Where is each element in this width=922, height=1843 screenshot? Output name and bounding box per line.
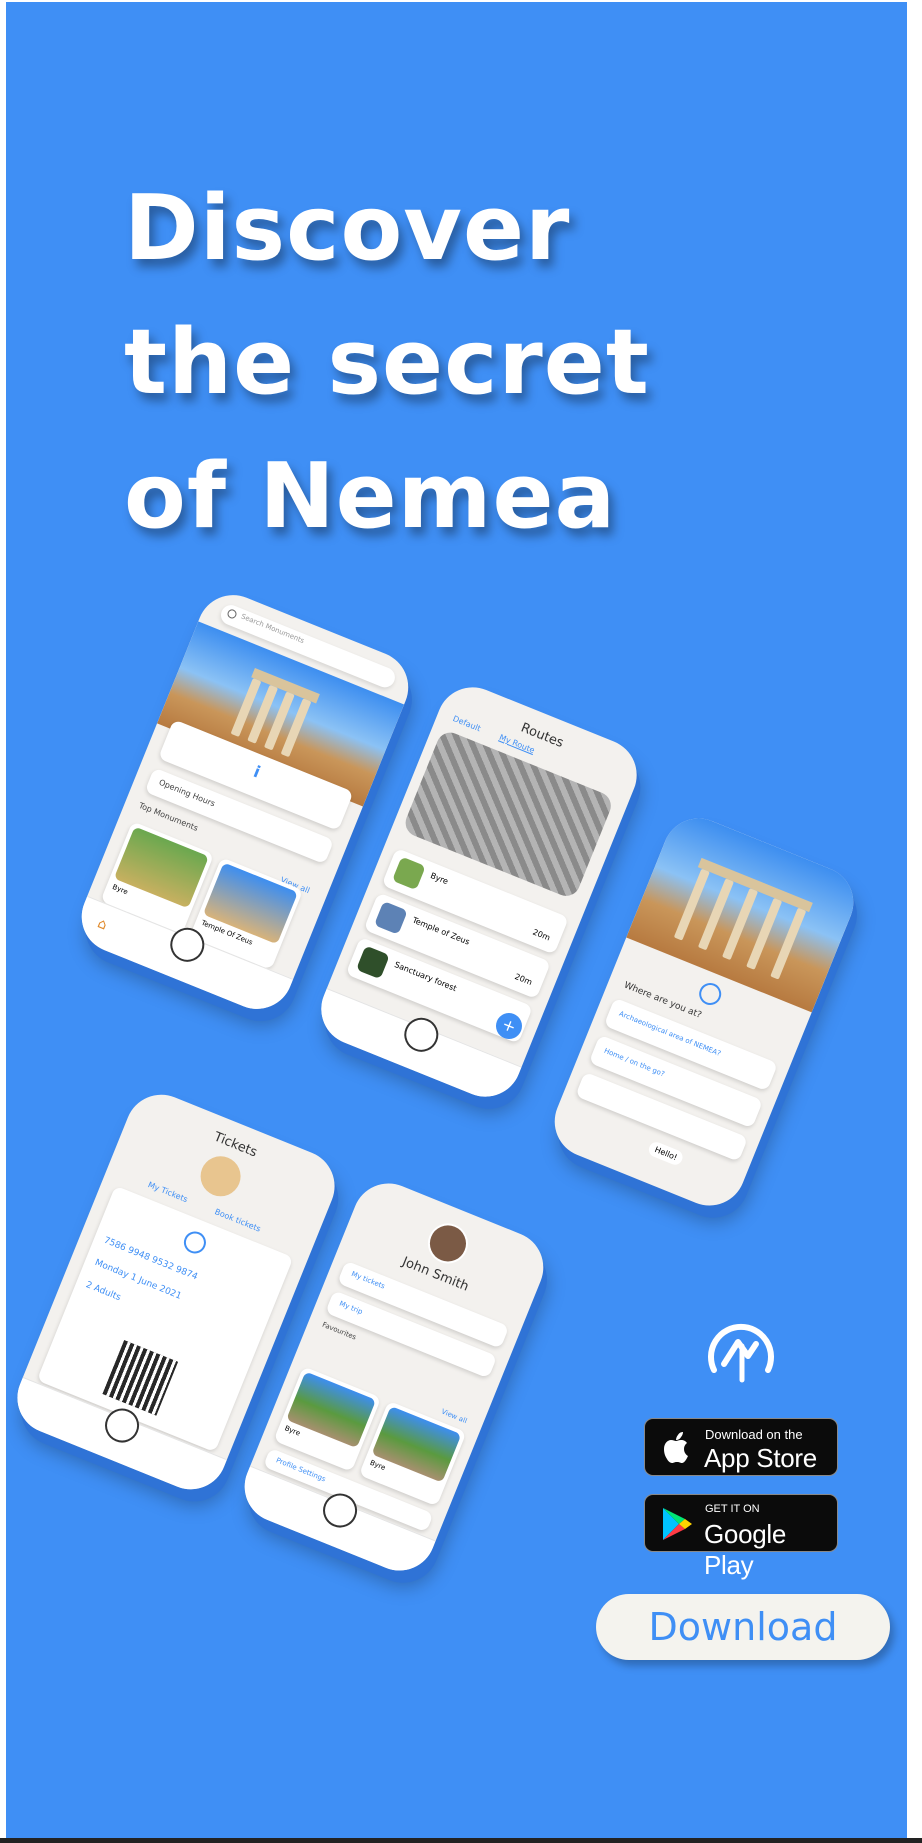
center-nav-button[interactable]	[399, 1012, 444, 1057]
home-icon[interactable]: ⌂	[95, 915, 109, 933]
favourite-card-2-title: Byre	[368, 1458, 387, 1473]
headline-line-1: Discover	[124, 176, 571, 281]
google-play-icon	[663, 1508, 692, 1540]
bottom-border	[0, 1838, 922, 1843]
my-tickets-label: My tickets	[350, 1269, 387, 1291]
download-button[interactable]: Download	[596, 1594, 890, 1660]
app-store-small-label: Download on the	[705, 1427, 803, 1442]
app-store-big-label: App Store	[704, 1443, 817, 1473]
google-play-big-label: Google Play	[704, 1519, 787, 1580]
monument-card-1-title: Byre	[111, 882, 129, 897]
route-stop-2-name: Temple of Zeus	[411, 915, 471, 947]
nemea-logo-small	[695, 979, 725, 1009]
google-play-button[interactable]: GET IT ON Google Play	[644, 1494, 838, 1580]
option-2-label: Home / on the go?	[602, 1046, 666, 1079]
route-stop-2-time: 20m	[513, 971, 534, 988]
search-placeholder: Search Monuments	[239, 612, 306, 646]
favourite-card-1-title: Byre	[283, 1424, 302, 1438]
headline: Discover the secret of Nemea	[124, 162, 650, 564]
nemea-logo-small	[180, 1228, 210, 1257]
google-play-small-label: GET IT ON	[705, 1503, 760, 1515]
ad-banner: Discover the secret of Nemea Search Monu…	[6, 2, 909, 1838]
ticket-icon	[194, 1150, 247, 1203]
ticket-visitors: 2 Adults	[84, 1280, 123, 1304]
apple-icon	[664, 1432, 688, 1463]
hello-bubble: Hello!	[646, 1139, 686, 1168]
headline-line-3: of Nemea	[124, 444, 617, 549]
search-icon	[226, 608, 238, 620]
headline-line-2: the secret	[124, 310, 650, 415]
route-stop-1-time: 20m	[531, 927, 552, 943]
nemea-logo	[708, 1324, 774, 1383]
route-stop-1-name: Byre	[429, 871, 450, 887]
qr-code	[102, 1340, 178, 1416]
opening-hours-label: Opening Hours	[157, 777, 217, 809]
app-store-button[interactable]: Download on the App Store	[644, 1418, 838, 1476]
info-icon: i	[250, 761, 264, 782]
route-stop-3-name: Sanctuary forest	[393, 960, 458, 994]
chat-hero-image	[626, 807, 865, 1013]
my-trip-label: My trip	[338, 1299, 364, 1317]
avatar[interactable]	[421, 1217, 474, 1270]
favourites-label: Favourites	[321, 1320, 358, 1342]
